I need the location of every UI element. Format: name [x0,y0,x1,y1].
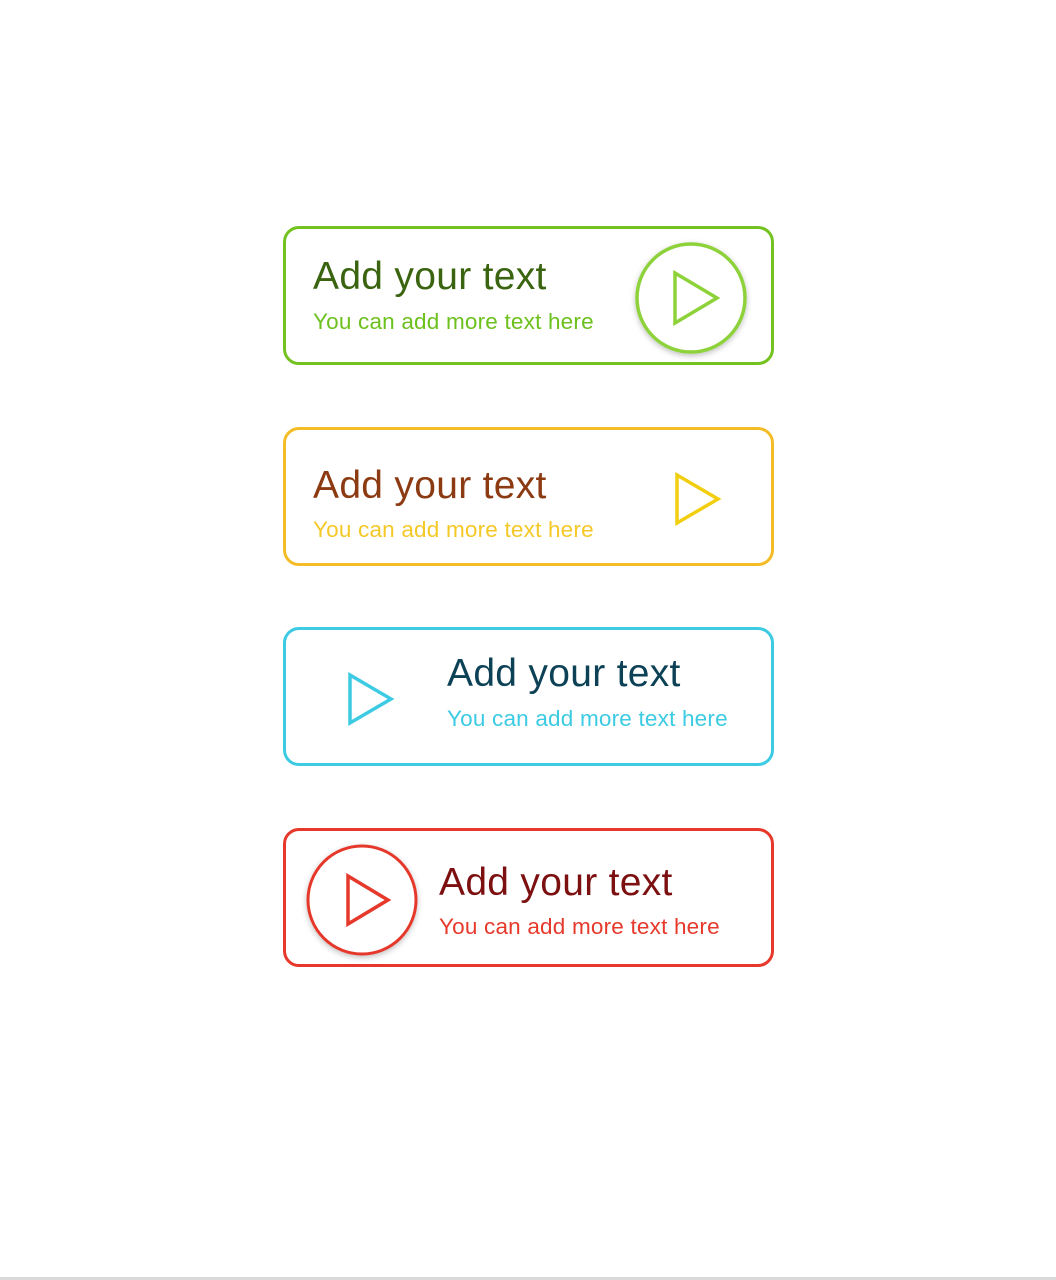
card-subtitle: You can add more text here [439,914,720,939]
card-title: Add your text [313,464,547,507]
play-icon[interactable] [674,471,722,527]
card-subtitle: You can add more text here [313,309,594,334]
card-title: Add your text [313,255,547,298]
red-play-card[interactable]: Add your text You can add more text here [283,828,774,967]
yellow-play-card[interactable]: Add your text You can add more text here [283,427,774,566]
cyan-play-card[interactable]: Add your text You can add more text here [283,627,774,766]
card-subtitle: You can add more text here [313,517,594,542]
play-icon[interactable] [347,671,395,727]
card-title: Add your text [439,861,673,904]
play-icon[interactable] [633,240,749,356]
card-title: Add your text [447,652,681,695]
play-icon[interactable] [304,842,420,958]
card-subtitle: You can add more text here [447,706,728,731]
green-play-card[interactable]: Add your text You can add more text here [283,226,774,365]
